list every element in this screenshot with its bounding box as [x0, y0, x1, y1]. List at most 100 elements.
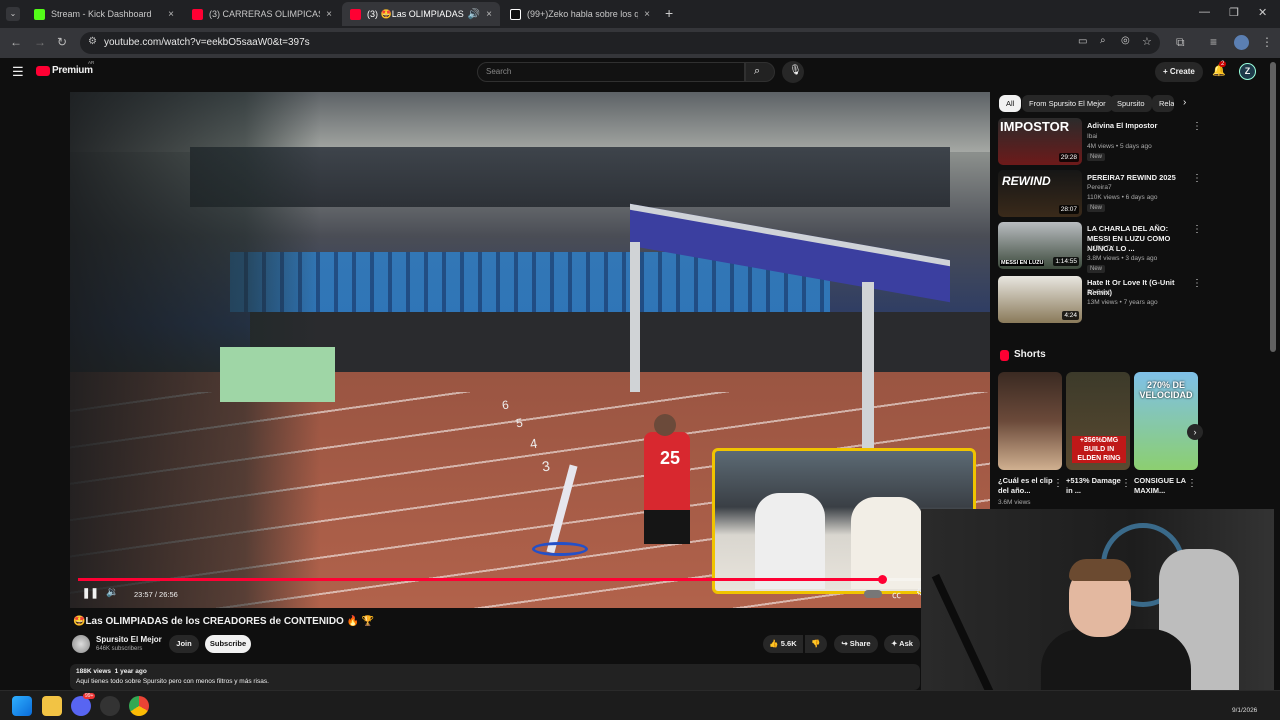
volume-icon[interactable]: 🔉	[106, 587, 118, 598]
extensions-icon[interactable]: ⧉	[1176, 35, 1185, 50]
more-options-icon[interactable]: ⋮	[1192, 173, 1202, 184]
chip-related[interactable]: Rela	[1152, 95, 1174, 112]
recommendation-channel[interactable]: LUZU TV	[1087, 245, 1114, 252]
browser-tab-carreras[interactable]: (3) CARRERAS OLIMPICAS de I ×	[184, 2, 340, 26]
settings-app-icon[interactable]	[100, 696, 120, 716]
reload-icon[interactable]: ↻	[57, 35, 67, 49]
chevron-right-icon[interactable]: ›	[1183, 97, 1186, 108]
star-icon[interactable]: ☆	[1142, 35, 1152, 48]
voice-search-button[interactable]: 🎙	[782, 61, 804, 83]
browser-tab-zeko[interactable]: (99+)Zeko habla sobre los que ×	[502, 2, 658, 26]
duration-badge: 28:07	[1058, 205, 1079, 214]
recommendation-channel[interactable]: Ibai	[1087, 133, 1097, 140]
dislike-button[interactable]: 👎	[805, 635, 827, 653]
short-thumbnail[interactable]: +356%DMG BUILD IN ELDEN RING	[1066, 372, 1130, 470]
chip-all[interactable]: All	[999, 95, 1022, 112]
recommendation-thumbnail[interactable]: 4:24	[998, 276, 1082, 323]
close-tab-icon[interactable]: ×	[168, 9, 174, 20]
channel-avatar[interactable]	[72, 635, 90, 653]
recommendation-thumbnail[interactable]: REWIND 28:07	[998, 170, 1082, 217]
short-thumbnail[interactable]	[998, 372, 1062, 470]
more-options-icon[interactable]: ⋮	[1192, 278, 1202, 289]
recommendation-channel[interactable]: 50 Cent	[1087, 289, 1110, 296]
tab-title: (3) 🤩Las OLIMPIADAS de	[367, 8, 464, 19]
recommendation-channel[interactable]: Pereira7	[1087, 184, 1112, 191]
arch-right-pole	[862, 282, 874, 452]
webcam-overlay	[921, 509, 1274, 709]
speaker-icon[interactable]: 🔊	[468, 9, 480, 20]
description-box[interactable]: 188K views 1 year ago Aquí tienes todo s…	[70, 664, 920, 690]
ask-button[interactable]: ✦ Ask	[884, 635, 920, 653]
browser-tab-olimpiadas[interactable]: (3) 🤩Las OLIMPIADAS de 🔊 ×	[342, 2, 500, 26]
youtube-header: ☰ Premium AR Search ⌕ 🎙 + Create 🔔 2 Z	[0, 58, 1280, 86]
eye-off-icon[interactable]: ◎	[1121, 35, 1130, 46]
close-window-icon[interactable]: ✕	[1258, 6, 1267, 19]
close-tab-icon[interactable]: ×	[326, 9, 332, 20]
tab-title: Stream - Kick Dashboard	[51, 9, 152, 19]
new-tab-button[interactable]: +	[665, 5, 673, 21]
short-title[interactable]: +513% Damage in ...	[1066, 476, 1122, 496]
bib-number: 25	[660, 448, 681, 468]
address-bar[interactable]: ⚙ youtube.com/watch?v=eekbO5saaW0&t=397s…	[80, 32, 1160, 54]
short-title[interactable]: ¿Cuál es el clip del año...	[998, 476, 1054, 496]
more-options-icon[interactable]: ⋮	[1192, 121, 1202, 132]
channel-name[interactable]: Spursito El Mejor	[96, 635, 162, 644]
chip-spursito[interactable]: Spursito	[1110, 95, 1152, 112]
account-avatar[interactable]: Z	[1239, 63, 1256, 80]
more-options-icon[interactable]: ⋮	[1053, 478, 1063, 489]
discord-icon[interactable]	[71, 696, 91, 716]
profile-avatar[interactable]	[1234, 35, 1249, 50]
restore-icon[interactable]: ❐	[1229, 6, 1239, 19]
autoplay-toggle[interactable]	[864, 590, 882, 598]
like-button[interactable]: 👍 5.6K	[763, 635, 803, 653]
shorts-next-icon[interactable]: ›	[1187, 424, 1203, 440]
minimize-icon[interactable]: —	[1199, 6, 1210, 18]
browser-tab-kick[interactable]: Stream - Kick Dashboard ×	[26, 2, 182, 26]
webcam-hair	[1069, 559, 1131, 581]
more-options-icon[interactable]: ⋮	[1187, 478, 1197, 489]
thumbs-up-icon: 👍	[769, 639, 781, 648]
join-button[interactable]: Join	[169, 635, 199, 653]
close-tab-icon[interactable]: ×	[644, 9, 650, 20]
search-icon: ⌕	[754, 65, 761, 77]
zoom-icon[interactable]: ⌕	[1100, 35, 1106, 46]
tab-search-menu-icon[interactable]: ⌄	[6, 7, 20, 21]
search-input[interactable]: Search	[477, 62, 745, 82]
close-tab-icon[interactable]: ×	[486, 9, 492, 20]
hamburger-menu-icon[interactable]: ☰	[12, 64, 24, 80]
arch-left-pole	[630, 242, 640, 392]
search-button[interactable]: ⌕	[745, 62, 775, 82]
short-thumbnail[interactable]: 270% DE VELOCIDAD	[1134, 372, 1198, 470]
share-button[interactable]: ↪ Share	[834, 635, 878, 653]
browser-tab-strip: ⌄ Stream - Kick Dashboard × (3) CARRERAS…	[0, 0, 1280, 28]
create-button[interactable]: + Create	[1155, 62, 1203, 82]
share-label: Share	[849, 639, 871, 648]
tab-title: (99+)Zeko habla sobre los que	[527, 9, 639, 19]
windows-start-icon[interactable]	[12, 696, 32, 716]
progress-bar[interactable]	[78, 575, 982, 584]
media-icon[interactable]: ≡	[1210, 35, 1217, 49]
video-player[interactable]: 25 6 5 4 3 ❚❚ 🔉 23:57 / 26:56 ㏄ ⚙	[70, 92, 990, 608]
chrome-icon[interactable]	[129, 696, 149, 716]
progress-scrubber[interactable]	[877, 575, 887, 584]
recommendation-title[interactable]: PEREIRA7 REWIND 2025	[1087, 173, 1187, 183]
more-options-icon[interactable]: ⋮	[1121, 478, 1131, 489]
more-options-icon[interactable]: ⋮	[1192, 224, 1202, 235]
cast-icon[interactable]: ▭	[1078, 36, 1087, 47]
browser-menu-icon[interactable]: ⋮	[1261, 35, 1273, 49]
forward-icon[interactable]: →	[34, 35, 46, 49]
recommendation-thumbnail[interactable]: MESSI EN LUZU 1:14:55	[998, 222, 1082, 269]
subscribe-button[interactable]: Subscribe	[205, 635, 251, 653]
file-explorer-icon[interactable]	[42, 696, 62, 716]
chip-from-channel[interactable]: From Spursito El Mejor	[1022, 95, 1113, 112]
logo-country: AR	[88, 60, 95, 65]
subtitles-icon[interactable]: ㏄	[892, 588, 901, 601]
recommendation-title[interactable]: Adivina El Impostor	[1087, 121, 1187, 131]
recommendation-meta: 13M views • 7 years ago	[1087, 299, 1158, 306]
site-info-icon[interactable]: ⚙	[88, 36, 97, 47]
page-scrollbar[interactable]	[1270, 62, 1276, 352]
pause-icon[interactable]: ❚❚	[82, 588, 99, 599]
back-icon[interactable]: ←	[10, 35, 22, 49]
recommendation-thumbnail[interactable]: IMPOSTOR 29:28	[998, 118, 1082, 165]
short-title[interactable]: CONSIGUE LA MAXIM...	[1134, 476, 1190, 496]
